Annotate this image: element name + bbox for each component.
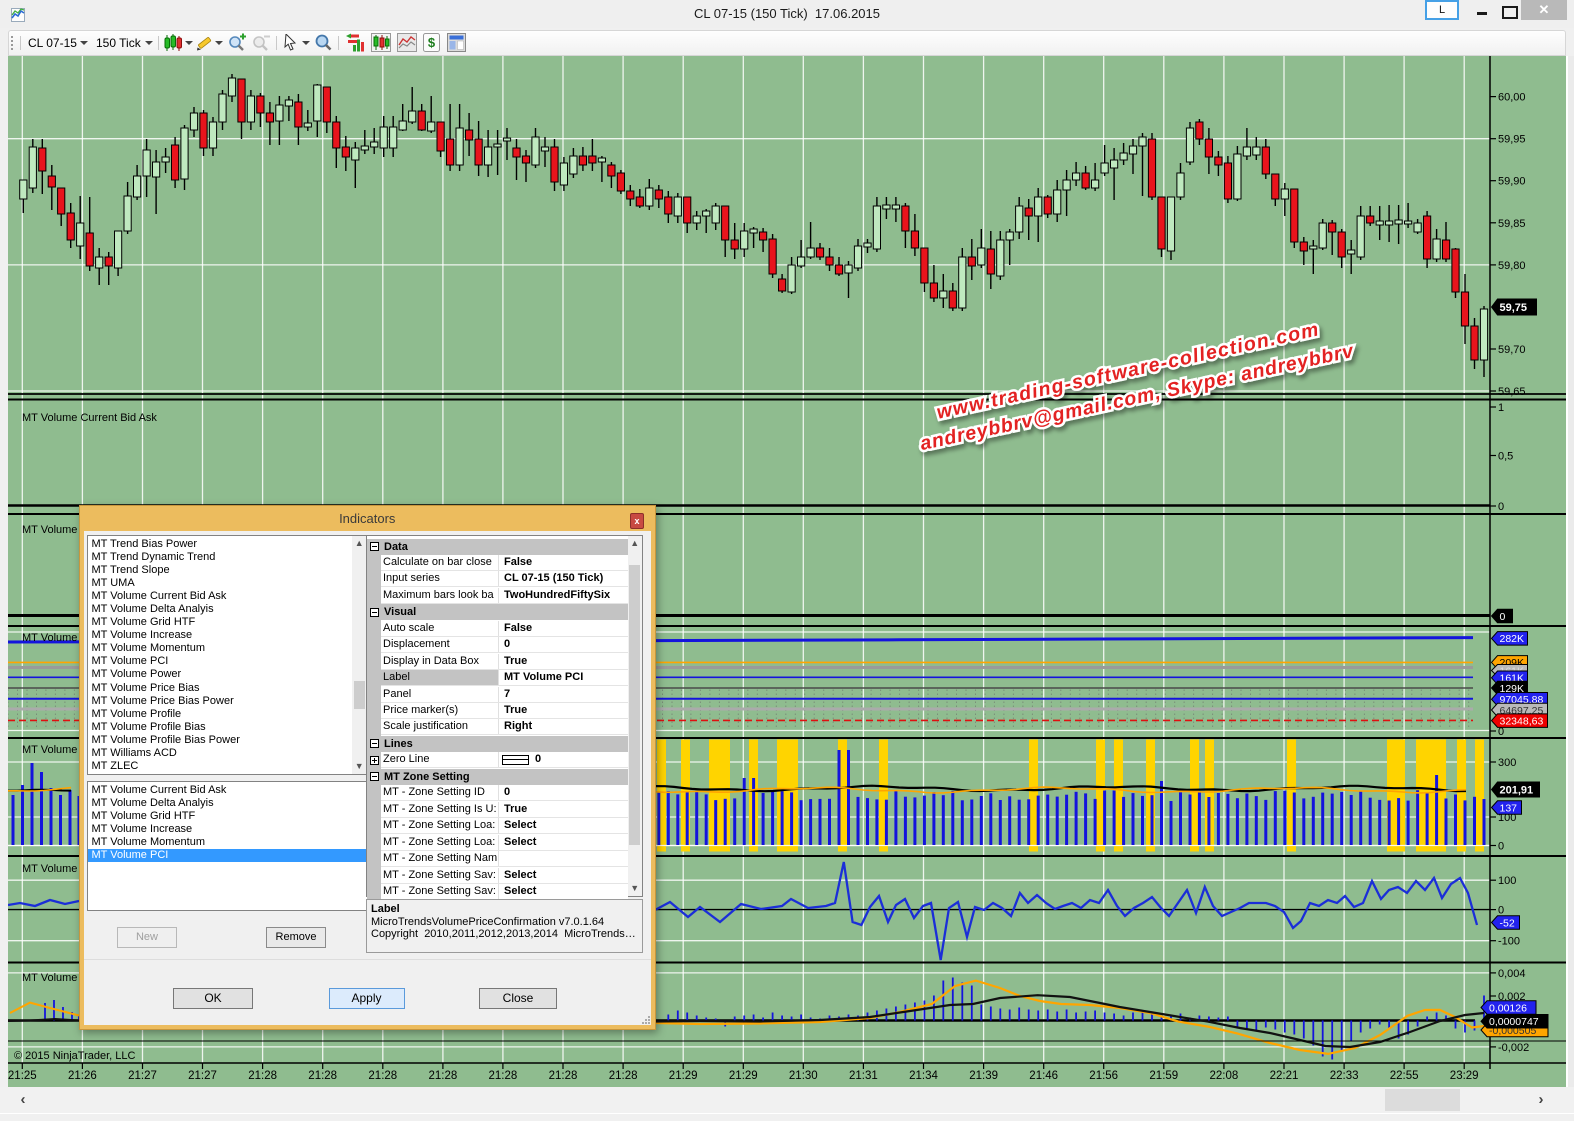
svg-text:22:08: 22:08 (1210, 1070, 1239, 1082)
svg-text:21:34: 21:34 (909, 1070, 938, 1082)
svg-text:100: 100 (1498, 875, 1516, 887)
svg-text:282K: 282K (1500, 633, 1525, 645)
svg-text:21:25: 21:25 (8, 1070, 37, 1082)
svg-text:21:29: 21:29 (669, 1070, 698, 1082)
svg-text:© 2015 NinjaTrader, LLC: © 2015 NinjaTrader, LLC (14, 1050, 135, 1062)
svg-text:21:28: 21:28 (429, 1070, 458, 1082)
svg-text:137: 137 (1500, 802, 1518, 814)
svg-text:59,65: 59,65 (1498, 386, 1526, 398)
svg-text:21:28: 21:28 (549, 1070, 578, 1082)
svg-text:22:55: 22:55 (1390, 1070, 1419, 1082)
svg-text:300: 300 (1498, 757, 1516, 769)
svg-text:0,00126: 0,00126 (1489, 1002, 1527, 1014)
svg-text:-100: -100 (1498, 936, 1520, 948)
svg-text:21:27: 21:27 (188, 1070, 217, 1082)
svg-text:59,95: 59,95 (1498, 134, 1526, 146)
svg-text:21:26: 21:26 (68, 1070, 97, 1082)
svg-text:$: $ (428, 35, 436, 50)
svg-text:22:21: 22:21 (1270, 1070, 1299, 1082)
svg-text:21:39: 21:39 (969, 1070, 998, 1082)
svg-text:59,70: 59,70 (1498, 344, 1526, 356)
svg-text:21:29: 21:29 (729, 1070, 758, 1082)
svg-text:32348,63: 32348,63 (1500, 715, 1544, 727)
svg-text:59,80: 59,80 (1498, 260, 1526, 272)
svg-text:0: 0 (1500, 611, 1506, 623)
svg-text:21:46: 21:46 (1029, 1070, 1058, 1082)
svg-text:0: 0 (1498, 501, 1504, 513)
svg-text:21:28: 21:28 (368, 1070, 397, 1082)
svg-text:0: 0 (1498, 905, 1504, 917)
svg-text:23:29: 23:29 (1450, 1070, 1479, 1082)
svg-text:21:28: 21:28 (308, 1070, 337, 1082)
svg-text:60,00: 60,00 (1498, 92, 1526, 104)
svg-text:22:33: 22:33 (1330, 1070, 1359, 1082)
svg-text:21:59: 21:59 (1149, 1070, 1178, 1082)
svg-text:1: 1 (1498, 402, 1504, 414)
svg-text:MT Volume Current Bid Ask: MT Volume Current Bid Ask (22, 412, 157, 424)
svg-text:0: 0 (1498, 841, 1504, 853)
svg-text:21:30: 21:30 (789, 1070, 818, 1082)
svg-text:0,5: 0,5 (1498, 451, 1513, 463)
svg-text:21:28: 21:28 (609, 1070, 638, 1082)
svg-text:59,75: 59,75 (1500, 302, 1528, 314)
svg-text:21:31: 21:31 (849, 1070, 878, 1082)
svg-text:201,91: 201,91 (1500, 785, 1534, 797)
svg-text:21:28: 21:28 (489, 1070, 518, 1082)
svg-text:21:56: 21:56 (1089, 1070, 1118, 1082)
svg-text:59,90: 59,90 (1498, 176, 1526, 188)
svg-text:21:28: 21:28 (248, 1070, 277, 1082)
svg-text:0,0000747: 0,0000747 (1489, 1016, 1539, 1028)
svg-text:-0,002: -0,002 (1498, 1042, 1529, 1054)
svg-text:0,004: 0,004 (1498, 968, 1526, 980)
svg-text:21:27: 21:27 (128, 1070, 157, 1082)
svg-text:59,85: 59,85 (1498, 218, 1526, 230)
svg-text:-52: -52 (1500, 917, 1515, 929)
